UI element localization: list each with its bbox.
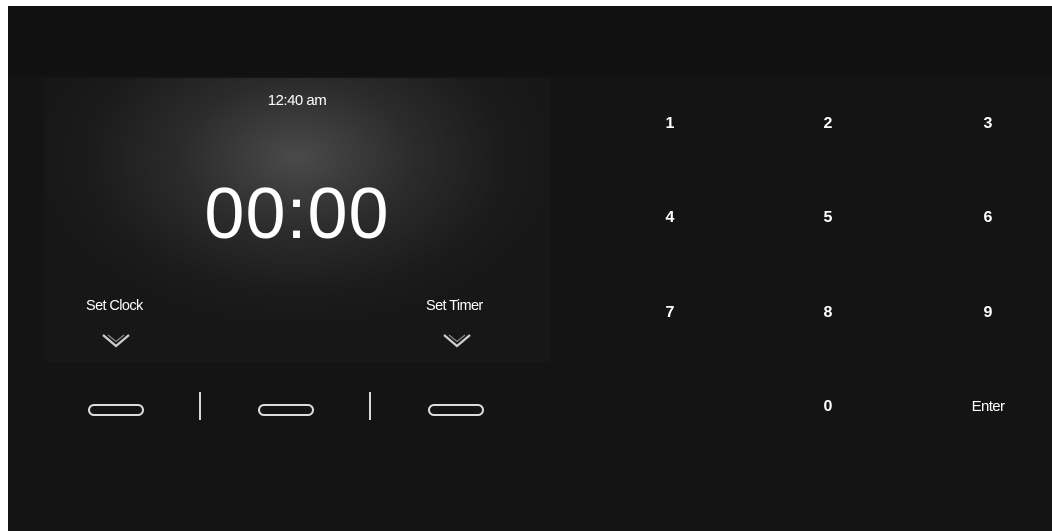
keypad-key-5[interactable]: 5 <box>788 200 868 236</box>
keypad-key-7[interactable]: 7 <box>630 295 710 331</box>
chevron-down-icon <box>443 334 471 348</box>
keypad-key-2[interactable]: 2 <box>788 106 868 142</box>
keypad-key-8[interactable]: 8 <box>788 295 868 331</box>
divider <box>369 392 371 420</box>
set-clock-button[interactable] <box>88 404 144 416</box>
keypad-key-4[interactable]: 4 <box>630 200 710 236</box>
display-screen: 12:40 am 00:00 <box>44 78 550 362</box>
set-timer-button[interactable] <box>428 404 484 416</box>
divider <box>199 392 201 420</box>
chevron-down-icon <box>102 334 130 348</box>
keypad-key-9[interactable]: 9 <box>948 295 1028 331</box>
current-time: 12:40 am <box>267 92 327 109</box>
keypad-key-6[interactable]: 6 <box>948 200 1028 236</box>
keypad-key-3[interactable]: 3 <box>948 106 1028 142</box>
keypad-key-1[interactable]: 1 <box>630 106 710 142</box>
set-timer-label: Set Timer <box>426 298 483 314</box>
enter-button[interactable]: Enter <box>938 389 1038 425</box>
keypad-key-0[interactable]: 0 <box>788 389 868 425</box>
set-clock-label: Set Clock <box>86 298 143 314</box>
timer-readout: 00:00 <box>204 174 390 254</box>
middle-softkey-button[interactable] <box>258 404 314 416</box>
top-band <box>8 6 1052 76</box>
